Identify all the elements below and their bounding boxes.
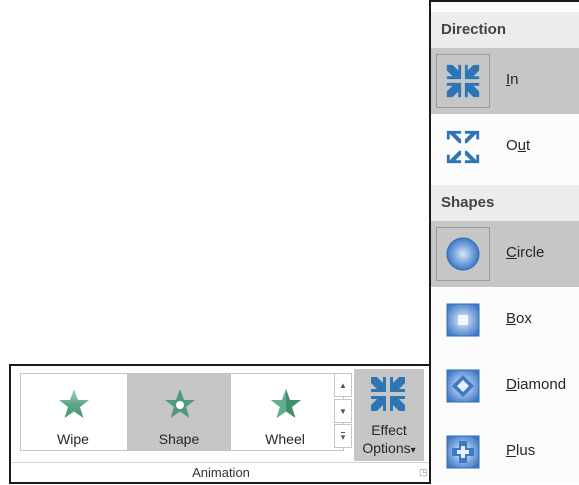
shape-star-icon [165, 389, 195, 418]
menu-item-label: Plus [506, 442, 536, 459]
gallery-item-label: Wheel [265, 431, 305, 447]
group-label-animation: Animation [192, 465, 250, 480]
section-header-direction: Direction [431, 12, 579, 48]
plus-shape-icon [436, 425, 490, 479]
group-footer: Animation ◳ [11, 462, 431, 485]
diamond-shape-icon [436, 359, 490, 413]
circle-shape-icon [436, 227, 490, 281]
more-icon: ▾ [340, 431, 346, 442]
gallery-item-wipe[interactable]: Wipe [21, 374, 125, 450]
effect-options-button[interactable]: Effect Options▾ [354, 369, 424, 461]
box-shape-icon [436, 293, 490, 347]
menu-item-box[interactable]: Box [431, 287, 579, 353]
gallery-more-button[interactable]: ▾ [334, 424, 352, 448]
menu-item-plus[interactable]: Plus [431, 419, 579, 485]
section-header-shapes: Shapes [431, 185, 579, 221]
effect-options-line1: Effect [371, 422, 407, 438]
gallery-scroll-up-button[interactable]: ▲ [334, 373, 352, 397]
gallery-item-shape[interactable]: Shape [127, 374, 231, 450]
dialog-launcher-icon[interactable]: ◳ [419, 467, 429, 477]
animation-gallery: Wipe Shape Wheel [20, 373, 344, 451]
menu-item-label: Out [506, 137, 531, 154]
arrows-out-icon [436, 120, 490, 174]
scroll-up-icon: ▲ [339, 380, 347, 390]
effect-options-menu: Direction In Out Shapes Circle Box Diamo… [429, 0, 579, 484]
menu-item-label: Diamond [506, 376, 567, 393]
menu-item-out[interactable]: Out [431, 114, 579, 180]
effect-options-label: Effect Options▾ [354, 421, 424, 460]
menu-item-circle[interactable]: Circle [431, 221, 579, 287]
scroll-down-icon: ▼ [339, 406, 347, 416]
wipe-star-icon [59, 389, 89, 418]
wheel-star-icon [271, 389, 301, 418]
gallery-scroll-down-button[interactable]: ▼ [334, 399, 352, 423]
menu-item-diamond[interactable]: Diamond [431, 353, 579, 419]
shrink-in-icon [371, 377, 405, 411]
gallery-item-label: Wipe [57, 431, 89, 447]
effect-options-line2: Options▾ [354, 439, 424, 460]
effect-options-text: Options [362, 440, 411, 456]
menu-item-label: In [506, 71, 519, 88]
dropdown-caret-icon: ▾ [410, 445, 416, 456]
gallery-item-label: Shape [158, 431, 200, 447]
animation-ribbon-group: Wipe Shape Wheel ▲ ▼ ▾ Effect Options▾ A… [9, 364, 431, 484]
menu-item-label: Box [506, 310, 532, 327]
menu-item-label: Circle [506, 244, 545, 261]
arrows-in-icon [436, 54, 490, 108]
gallery-item-wheel[interactable]: Wheel [233, 374, 337, 450]
menu-item-in[interactable]: In [431, 48, 579, 114]
